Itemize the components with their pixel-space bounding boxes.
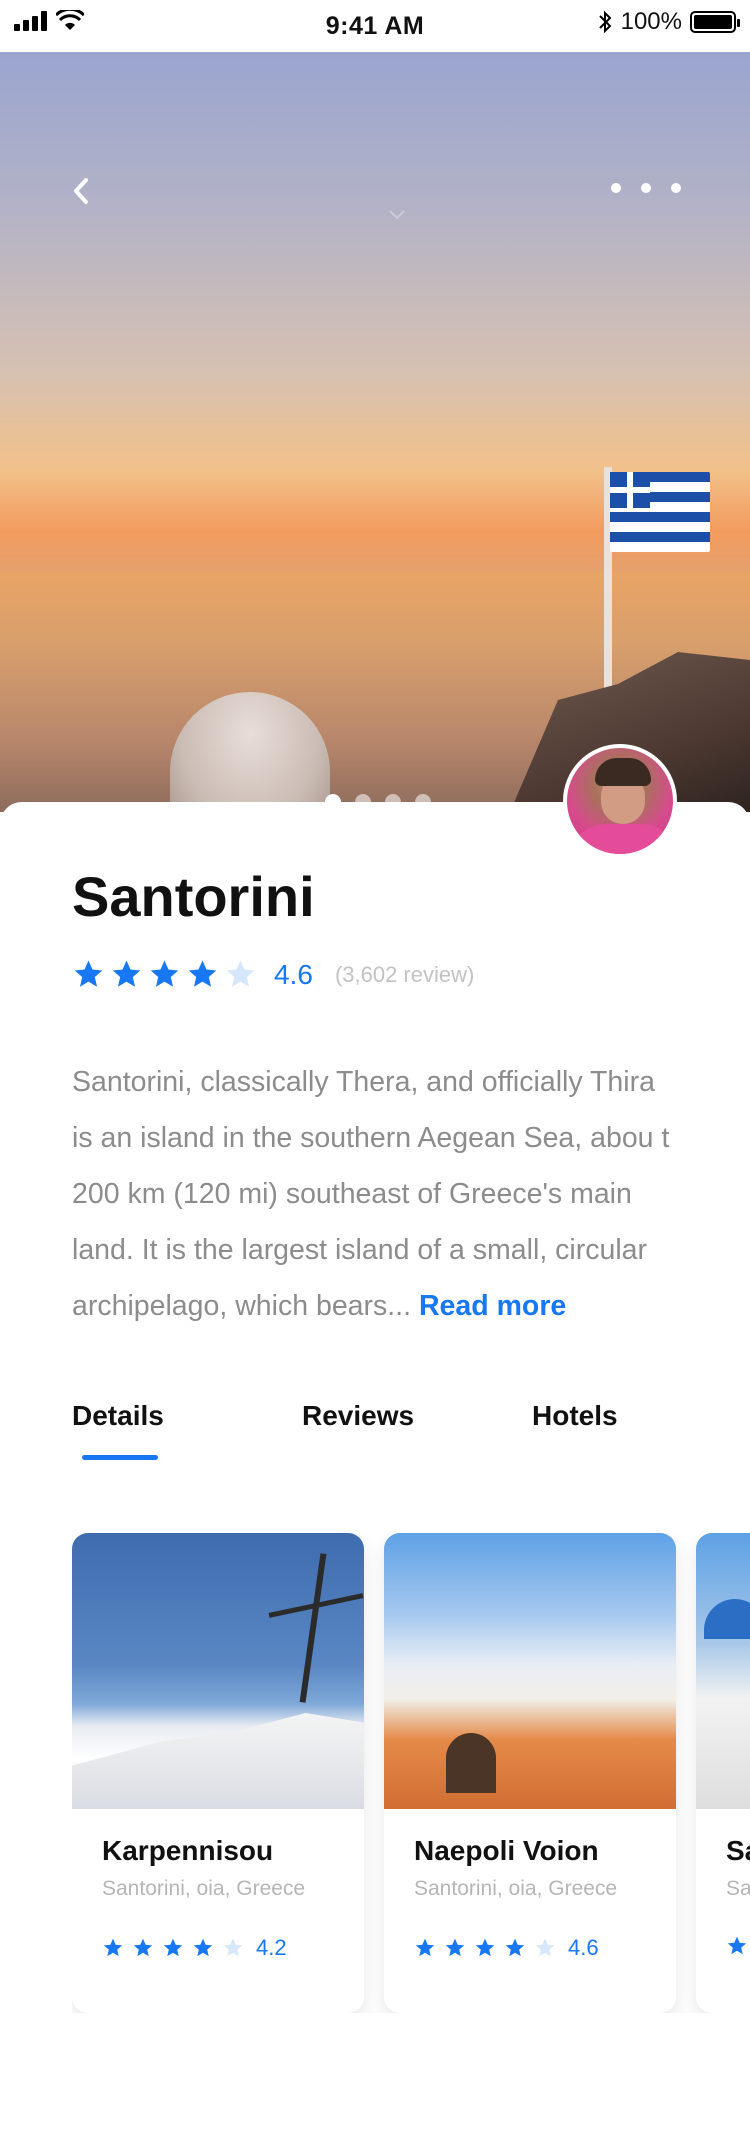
places-carousel[interactable]: Karpennisou Santorini, oia, Greece 4.2 N… [72,1533,750,2013]
star-icon [133,1938,153,1957]
star-icon [415,1938,435,1957]
star-icon [163,1938,183,1957]
battery-icon [690,11,740,33]
card-rating [726,1935,750,1957]
rating-row: 4.6 (3,602 review) [72,958,474,991]
card-stars [414,1937,564,1959]
card-location: Santorini, oia, Greece [102,1877,306,1900]
star-icon [188,960,217,987]
place-card[interactable]: Naepoli Voion Santorini, oia, Greece 4.6 [384,1533,676,2013]
hero-flag [610,472,710,552]
rating-value: 4.6 [274,958,313,990]
star-icon [74,960,103,987]
tab-details[interactable]: Details [72,1400,164,1432]
active-tab-indicator [82,1455,158,1460]
back-chevron-icon[interactable] [66,172,106,212]
card-stars [102,1937,252,1959]
hero-image[interactable] [0,52,750,812]
bluetooth-icon [598,10,612,34]
swipe-down-chevron-icon [389,210,405,220]
place-card[interactable]: Sa Sa [696,1533,750,2013]
tab-bar: Details Reviews Hotels [72,1400,682,1460]
star-icon [535,1938,555,1957]
star-icon [223,1938,243,1957]
card-name: Naepoli Voion [414,1835,599,1866]
card-rating-value: 4.2 [256,1935,287,1960]
star-icon [103,1938,123,1957]
avatar[interactable] [563,744,677,858]
wifi-icon [56,10,84,30]
tab-reviews[interactable]: Reviews [302,1400,414,1432]
star-icon [150,960,179,987]
card-name: Karpennisou [102,1835,274,1866]
star-icon [193,1938,213,1957]
card-image [72,1533,364,1809]
place-card[interactable]: Karpennisou Santorini, oia, Greece 4.2 [72,1533,364,2013]
card-stars [726,1935,750,1957]
star-icon [727,1936,747,1955]
card-rating-value: 4.6 [568,1935,599,1960]
status-time: 9:41 AM [325,11,425,40]
battery-percent: 100% [620,8,682,35]
review-count[interactable]: (3,602 review) [335,962,474,988]
card-location: Santorini, oia, Greece [414,1877,618,1900]
cellular-signal-icon [14,11,47,31]
card-rating: 4.2 [102,1935,287,1961]
status-bar: 9:41 AM 100% [0,0,750,52]
star-icon [445,1938,465,1957]
card-rating: 4.6 [414,1935,599,1961]
rating-stars [72,958,262,991]
star-icon [505,1938,525,1957]
more-dots-icon[interactable] [608,172,684,212]
card-image [384,1533,676,1809]
card-name: Sa [726,1835,750,1866]
place-description: Santorini, classically Thera, and offici… [72,1054,682,1334]
card-location: Sa [726,1877,750,1900]
description-text: Santorini, classically Thera, and offici… [72,1066,670,1322]
place-title: Santorini [72,865,315,928]
tab-hotels[interactable]: Hotels [532,1400,618,1432]
star-icon [112,960,141,987]
star-icon [475,1938,495,1957]
card-image [696,1533,750,1809]
star-icon [226,960,255,987]
read-more-link[interactable]: Read more [419,1290,566,1322]
